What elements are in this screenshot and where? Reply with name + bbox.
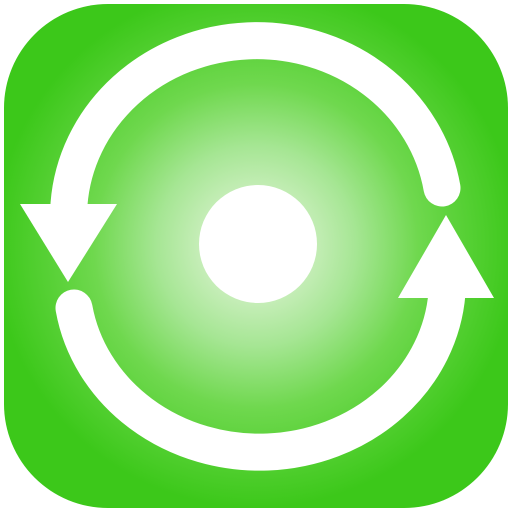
center-dot-icon: [199, 185, 317, 303]
sync-app-icon-graphic: [4, 4, 508, 508]
sync-app-icon[interactable]: [0, 0, 512, 512]
